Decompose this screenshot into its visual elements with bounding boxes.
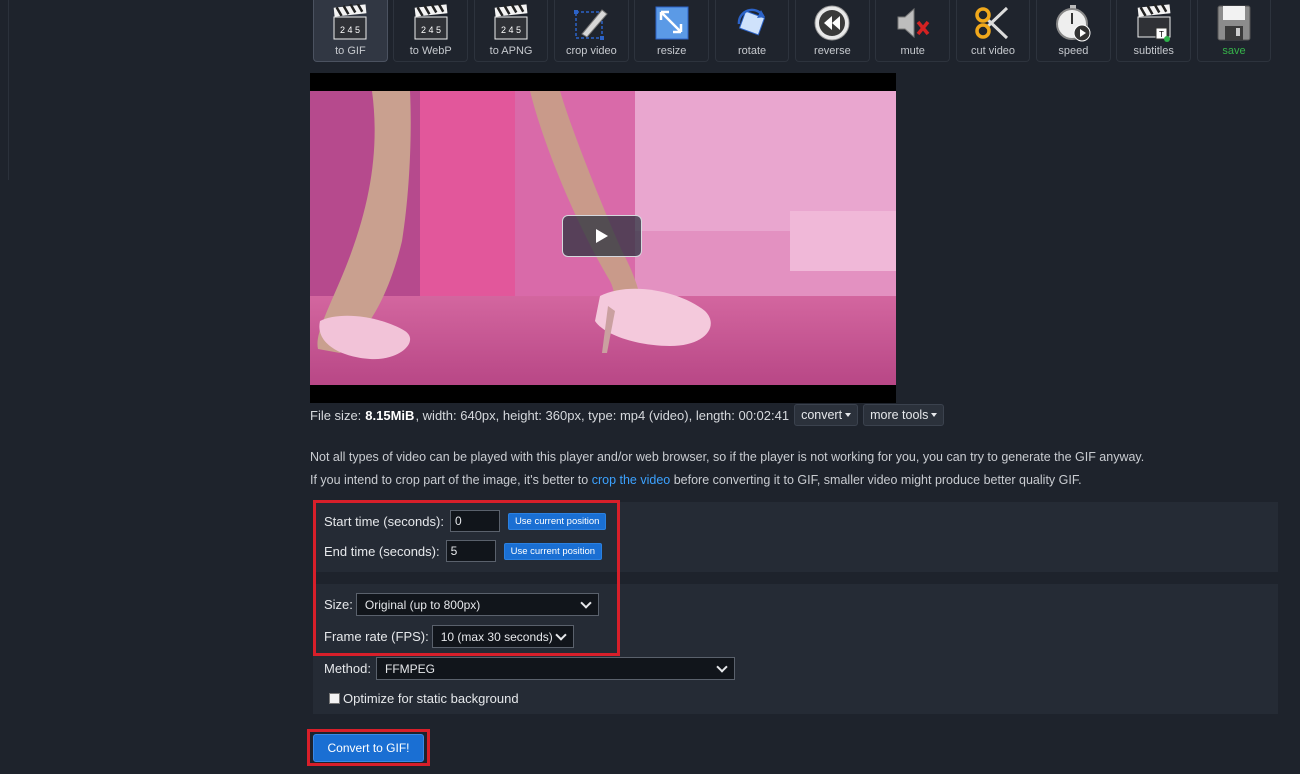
method-row: Method: FFMPEG — [324, 657, 735, 680]
left-sidebar-border — [0, 0, 9, 180]
resize-icon — [652, 3, 692, 43]
tool-label: rotate — [737, 45, 767, 57]
crop-icon — [571, 3, 611, 43]
more-tools-dropdown[interactable]: more tools — [863, 404, 945, 426]
floppy-disk-icon — [1214, 3, 1254, 43]
caret-down-icon — [931, 413, 938, 417]
tool-speed-button[interactable]: speed — [1035, 0, 1111, 62]
svg-text:2 4 5: 2 4 5 — [421, 25, 441, 35]
tool-crop-video-button[interactable]: crop video — [553, 0, 629, 62]
caret-down-icon — [845, 413, 852, 417]
svg-text:2 4 5: 2 4 5 — [340, 25, 360, 35]
crop-note-after: before converting it to GIF, smaller vid… — [670, 473, 1082, 487]
rewind-icon — [812, 3, 852, 43]
stopwatch-icon — [1053, 3, 1093, 43]
method-select-value: FFMPEG — [384, 661, 435, 676]
tool-mute-button[interactable]: mute — [875, 0, 951, 62]
convert-dropdown[interactable]: convert — [794, 404, 859, 426]
tool-cut-video-button[interactable]: cut video — [955, 0, 1031, 62]
file-size-prefix: File size: — [310, 407, 362, 423]
tool-save-button[interactable]: save — [1196, 0, 1272, 62]
chevron-down-icon — [716, 661, 728, 673]
subtitles-clapperboard-icon: T — [1134, 3, 1174, 43]
settings-highlight-box — [313, 500, 620, 656]
crop-video-link[interactable]: crop the video — [592, 473, 671, 487]
tool-label: reverse — [814, 45, 851, 57]
tool-to-webp-button[interactable]: 2 4 5 to WebP — [393, 0, 469, 62]
play-button[interactable] — [562, 215, 642, 257]
tool-label: save — [1222, 45, 1246, 57]
clapperboard-icon: 2 4 5 — [491, 3, 531, 43]
scissors-icon — [973, 3, 1013, 43]
convert-dropdown-label: convert — [801, 408, 843, 422]
tool-label: crop video — [566, 45, 617, 57]
tool-label: resize — [657, 45, 687, 57]
svg-text:2 4 5: 2 4 5 — [501, 25, 521, 35]
svg-text:T: T — [1159, 30, 1164, 39]
tool-reverse-button[interactable]: reverse — [794, 0, 870, 62]
tool-label: subtitles — [1133, 45, 1174, 57]
tool-label: cut video — [971, 45, 1016, 57]
tool-to-gif-button[interactable]: 2 4 5 to GIF — [313, 0, 388, 62]
crop-note-before: If you intend to crop part of the image,… — [310, 473, 592, 487]
rotate-icon — [732, 3, 772, 43]
optimize-label[interactable]: Optimize for static background — [343, 691, 519, 706]
crop-note: If you intend to crop part of the image,… — [310, 473, 1082, 487]
tool-resize-button[interactable]: resize — [634, 0, 710, 62]
clapperboard-icon: 2 4 5 — [330, 3, 370, 43]
more-tools-label: more tools — [870, 408, 929, 422]
file-info: File size: 8.15MiB , width: 640px, heigh… — [310, 404, 945, 426]
tool-label: speed — [1058, 45, 1089, 57]
method-label: Method: — [324, 661, 371, 676]
optimize-row: Optimize for static background — [329, 691, 519, 706]
tool-subtitles-button[interactable]: Tsubtitles — [1116, 0, 1192, 62]
tool-to-apng-button[interactable]: 2 4 5 to APNG — [473, 0, 549, 62]
tool-label: to WebP — [409, 45, 452, 57]
video-player[interactable] — [310, 73, 896, 403]
file-size-value: 8.15MiB — [365, 407, 415, 423]
mute-speaker-icon — [893, 3, 933, 43]
method-select[interactable]: FFMPEG — [375, 657, 735, 680]
file-details: , width: 640px, height: 360px, type: mp4… — [415, 407, 790, 423]
tool-rotate-button[interactable]: rotate — [714, 0, 790, 62]
clapperboard-icon: 2 4 5 — [411, 3, 451, 43]
player-note: Not all types of video can be played wit… — [310, 450, 1145, 464]
tool-label: to APNG — [489, 45, 533, 57]
optimize-checkbox[interactable] — [329, 693, 340, 704]
convert-highlight-box — [307, 729, 430, 766]
toolbar: 2 4 5 to GIF 2 4 5 to WebP 2 4 5 to APNG crop … — [313, 0, 1277, 62]
play-icon — [596, 229, 608, 243]
tool-label: to GIF — [335, 45, 366, 57]
tool-label: mute — [900, 45, 925, 57]
